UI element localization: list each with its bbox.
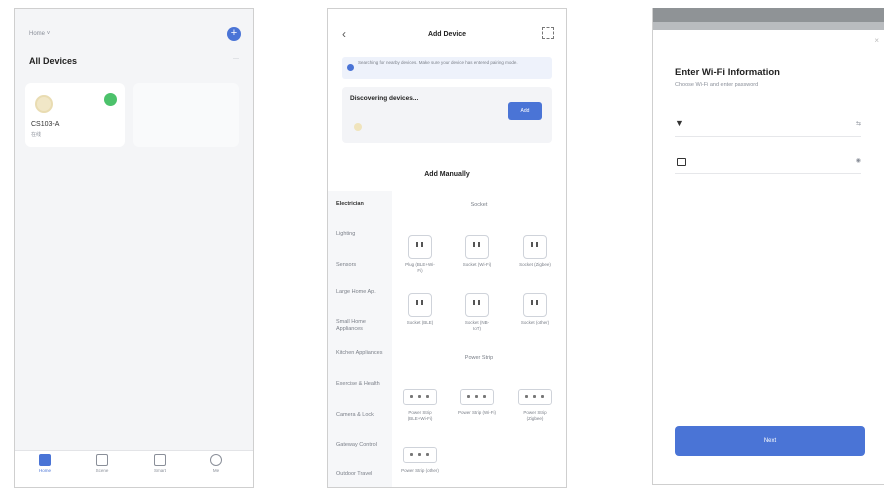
- category-exercise[interactable]: Exercise & Health: [336, 381, 386, 388]
- bulb-icon: [35, 95, 53, 113]
- device-option-label: Socket (BLE): [406, 320, 434, 325]
- device-option[interactable]: Socket (NB-IoT): [461, 293, 493, 332]
- socket-icon: [408, 293, 432, 317]
- socket-icon: [465, 293, 489, 317]
- hint-text: Searching for nearby devices. Make sure …: [358, 60, 518, 65]
- chevron-down-icon: ˅: [46, 31, 51, 37]
- device-option-label: Power Strip (Zigbee): [523, 410, 547, 421]
- device-option[interactable]: Power Strip (other): [400, 447, 440, 474]
- discovery-panel: Discovering devices... Add: [342, 87, 552, 143]
- add-device-screen: ‹ Add Device Searching for nearby device…: [327, 8, 567, 488]
- device-name: CS103-A: [31, 121, 60, 128]
- status-bar: [653, 8, 884, 22]
- tab-home-label: Home: [38, 468, 51, 473]
- device-option-label: Power Strip (BLE+Wi-Fi): [407, 410, 433, 421]
- tab-smart-label: Smart: [153, 468, 166, 473]
- device-option[interactable]: Plug (BLE+Wi-Fi): [404, 235, 436, 274]
- socket-icon: [408, 235, 432, 259]
- lock-icon: [677, 158, 686, 166]
- device-option[interactable]: Socket (Zigbee): [519, 235, 551, 268]
- home-selector-label: Home: [29, 31, 46, 37]
- tab-me-label: Me: [212, 468, 220, 473]
- next-button[interactable]: Next: [675, 426, 865, 456]
- device-option-label: Plug (BLE+Wi-Fi): [405, 262, 435, 273]
- power-strip-icon: [518, 389, 552, 405]
- section-title: All Devices: [29, 56, 78, 66]
- device-option-label: Socket (other): [520, 320, 550, 325]
- device-option[interactable]: Socket (Wi-Fi): [461, 235, 493, 268]
- page-title: Add Device: [427, 31, 467, 38]
- info-icon: [347, 64, 354, 71]
- tab-smart[interactable]: Smart: [140, 454, 180, 473]
- home-selector[interactable]: Home ˅: [29, 31, 50, 37]
- scan-icon[interactable]: [542, 27, 554, 39]
- category-large-home[interactable]: Large Home Ap.: [336, 289, 386, 296]
- device-option-label: Socket (Zigbee): [519, 262, 551, 267]
- me-icon: [210, 454, 222, 466]
- device-option-label: Socket (Wi-Fi): [462, 262, 492, 267]
- page-title: Enter Wi-Fi Information: [675, 67, 780, 78]
- more-icon[interactable]: ···: [233, 56, 239, 62]
- category-small-home[interactable]: Small Home Appliances: [336, 319, 386, 333]
- tab-home[interactable]: Home: [25, 454, 65, 473]
- wifi-icon: ▼: [675, 118, 684, 128]
- power-strip-icon: [460, 389, 494, 405]
- scene-icon: [96, 454, 108, 466]
- home-screen: Home ˅ + All Devices ··· CS103-A 在线 Home…: [14, 8, 254, 488]
- tab-scene[interactable]: Scene: [82, 454, 122, 473]
- device-status: 在线: [31, 132, 42, 138]
- home-icon: [39, 454, 51, 466]
- tab-me[interactable]: Me: [196, 454, 236, 473]
- add-device-button[interactable]: +: [227, 27, 241, 41]
- device-option-label: Power Strip (other): [401, 468, 439, 473]
- eye-icon[interactable]: ◉: [856, 157, 861, 164]
- device-option[interactable]: Power Strip (Zigbee): [515, 389, 555, 422]
- online-indicator[interactable]: [104, 93, 117, 106]
- wifi-screen: × Enter Wi-Fi Information Choose Wi-Fi a…: [652, 8, 884, 485]
- device-card[interactable]: CS103-A 在线: [25, 83, 125, 147]
- page-subtitle: Choose Wi-Fi and enter password: [675, 82, 759, 88]
- power-strip-icon: [403, 447, 437, 463]
- device-option-label: Power Strip (Wi-Fi): [458, 410, 496, 415]
- device-option[interactable]: Socket (other): [519, 293, 551, 326]
- divider: [675, 136, 861, 137]
- category-outdoor[interactable]: Outdoor Travel: [336, 471, 386, 478]
- category-sensors[interactable]: Sensors: [336, 262, 386, 269]
- power-strip-icon: [403, 389, 437, 405]
- device-option[interactable]: Power Strip (BLE+Wi-Fi): [400, 389, 440, 422]
- wifi-field[interactable]: ▼ ⇆: [675, 116, 861, 137]
- add-button[interactable]: Add: [508, 102, 542, 120]
- category-electrician[interactable]: Electrician: [336, 201, 386, 208]
- bulb-icon: [354, 123, 362, 131]
- group-strip-title: Power Strip: [464, 355, 494, 361]
- plus-icon: +: [230, 27, 238, 39]
- empty-card: [133, 83, 239, 147]
- close-icon[interactable]: ×: [874, 36, 879, 45]
- device-option[interactable]: Power Strip (Wi-Fi): [457, 389, 497, 416]
- category-camera[interactable]: Camera & Lock: [336, 412, 386, 419]
- sheet-backdrop: [653, 22, 884, 30]
- socket-icon: [523, 293, 547, 317]
- device-option-label: Socket (NB-IoT): [464, 320, 490, 331]
- category-lighting[interactable]: Lighting: [336, 231, 386, 238]
- group-socket-title: Socket: [470, 202, 488, 208]
- category-gateway[interactable]: Gateway Control: [336, 442, 386, 449]
- smart-icon: [154, 454, 166, 466]
- switch-network-icon[interactable]: ⇆: [856, 120, 861, 127]
- discovering-label: Discovering devices...: [350, 95, 419, 102]
- tab-scene-label: Scene: [95, 468, 109, 473]
- category-kitchen[interactable]: Kitchen Appliances: [336, 350, 386, 357]
- hint-banner: Searching for nearby devices. Make sure …: [342, 57, 552, 79]
- device-option[interactable]: Socket (BLE): [404, 293, 436, 326]
- password-field[interactable]: ◉: [675, 153, 861, 174]
- socket-icon: [523, 235, 547, 259]
- divider: [675, 173, 861, 174]
- socket-icon: [465, 235, 489, 259]
- manual-title: Add Manually: [424, 171, 470, 178]
